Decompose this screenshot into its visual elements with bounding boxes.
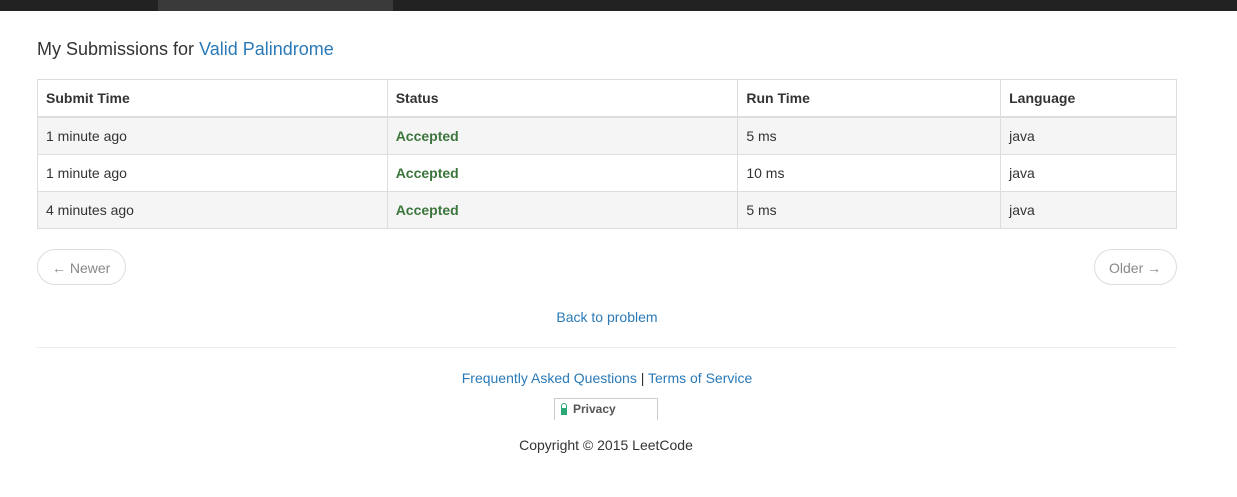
status-link[interactable]: Accepted [396,202,459,218]
submit-time-cell: 1 minute ago [37,116,388,155]
submit-time-cell: 4 minutes ago [37,191,388,229]
header-submit-time: Submit Time [37,79,388,118]
run-time-cell: 5 ms [737,116,1002,155]
older-button[interactable]: Older → [1094,249,1177,285]
terms-of-service-link[interactable]: Terms of Service [648,370,752,386]
submit-time-cell: 1 minute ago [37,154,388,192]
status-cell[interactable]: Accepted [386,154,739,192]
page-title: My Submissions for Valid Palindrome [37,39,334,60]
page-title-prefix: My Submissions for [37,39,195,59]
footer-separator: | [640,370,645,386]
status-cell[interactable]: Accepted [386,191,739,229]
status-link[interactable]: Accepted [396,165,459,181]
language-cell: java [1000,154,1177,192]
navbar-active-tab[interactable] [158,0,393,11]
run-time-cell: 10 ms [737,154,1002,192]
header-status: Status [386,79,739,118]
header-run-time: Run Time [737,79,1002,118]
table-row: 4 minutes ago Accepted 5 ms java [37,191,1177,229]
language-cell: java [1000,191,1177,229]
problem-link[interactable]: Valid Palindrome [199,39,334,59]
copyright-text: Copyright © 2015 LeetCode [519,437,693,453]
footer-divider [37,347,1177,348]
footer-links: Frequently Asked Questions | Terms of Se… [0,370,1214,386]
submissions-table: Submit Time Status Run Time Language 1 m… [37,79,1177,229]
faq-link[interactable]: Frequently Asked Questions [462,370,637,386]
back-to-problem-link[interactable]: Back to problem [556,309,657,325]
top-navbar [0,0,1237,11]
run-time-cell: 5 ms [737,191,1002,229]
back-link-container: Back to problem [0,309,1214,325]
privacy-label: Privacy [573,402,616,416]
table-row: 1 minute ago Accepted 5 ms java [37,116,1177,155]
privacy-badge[interactable]: Privacy [554,398,658,420]
table-row: 1 minute ago Accepted 10 ms java [37,154,1177,192]
status-link[interactable]: Accepted [396,128,459,144]
newer-button[interactable]: ← Newer [37,249,126,285]
table-header-row: Submit Time Status Run Time Language [37,79,1177,118]
lock-icon [561,403,567,415]
language-cell: java [1000,116,1177,155]
header-language: Language [1000,79,1177,118]
status-cell[interactable]: Accepted [386,116,739,155]
